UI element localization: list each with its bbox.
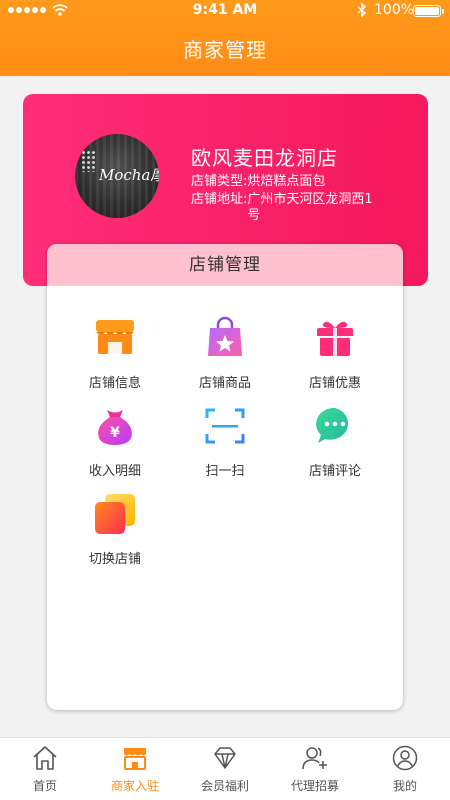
menu-item-label: 切换店铺	[88, 552, 141, 567]
tab-label: 代理招募	[290, 779, 339, 793]
store-type-label: 店铺类型:	[191, 174, 248, 189]
comment-icon	[313, 404, 357, 448]
tab-mine[interactable]: 我的	[360, 738, 450, 800]
store-avatar[interactable]: Mocha摩卡	[75, 134, 159, 218]
store-address-label: 店铺地址:	[191, 192, 248, 207]
tab-label: 会员福利	[200, 779, 249, 793]
switch-store-icon	[93, 492, 137, 536]
menu-item-income-details[interactable]: ¥ 收入明细	[60, 404, 170, 479]
scan-icon	[203, 404, 247, 448]
page-title: 商家管理	[183, 38, 267, 62]
home-icon	[33, 746, 57, 770]
menu-item-label: 店铺信息	[88, 376, 141, 391]
menu-item-store-offers[interactable]: 店铺优惠	[280, 316, 390, 391]
menu-item-switch-store[interactable]: 切换店铺	[60, 492, 170, 567]
store-type-row: 店铺类型: 烘焙糕点面包	[191, 174, 373, 190]
tab-label: 商家入驻	[110, 779, 159, 793]
tab-member-benefits[interactable]: 会员福利	[180, 738, 270, 800]
menu-item-label: 店铺商品	[198, 376, 251, 391]
bluetooth-icon	[357, 3, 367, 18]
money-bag-icon: ¥	[93, 404, 137, 448]
bottom-tab-bar: 首页 商家入驻 会员福利 代理招募 我的	[0, 737, 450, 800]
tab-label: 首页	[32, 779, 57, 793]
store-address-value: 广州市天河区龙洞西1号	[247, 192, 373, 223]
profile-icon	[392, 745, 418, 771]
menu-item-label: 店铺优惠	[308, 376, 361, 391]
store-type-value: 烘焙糕点面包	[247, 174, 326, 189]
store-management-panel: 店铺管理 店铺信息 店铺商品 店铺优惠 ¥ 收入明细 扫一扫 店铺评论 切换店铺	[47, 244, 403, 710]
gift-icon	[313, 316, 357, 360]
svg-text:¥: ¥	[110, 425, 120, 441]
avatar-logo-text: Mocha摩卡	[99, 166, 159, 184]
tab-home[interactable]: 首页	[0, 738, 90, 800]
store-icon	[124, 748, 146, 770]
store-address-row: 店铺地址: 广州市天河区龙洞西1号	[191, 192, 373, 224]
shop-icon	[93, 316, 137, 360]
tab-agent-recruit[interactable]: 代理招募	[270, 738, 360, 800]
menu-item-store-products[interactable]: 店铺商品	[170, 316, 280, 391]
menu-item-label: 收入明细	[88, 464, 141, 479]
tab-merchant-join[interactable]: 商家入驻	[90, 738, 180, 800]
panel-title: 店铺管理	[47, 244, 403, 286]
battery-icon	[413, 5, 444, 17]
menu-item-store-info[interactable]: 店铺信息	[60, 316, 170, 391]
tab-label: 我的	[392, 779, 417, 793]
diamond-icon	[214, 747, 236, 769]
app-header: 9:41 AM 100% 商家管理	[0, 0, 450, 76]
store-name: 欧风麦田龙洞店	[191, 146, 338, 170]
status-bar: 9:41 AM 100%	[0, 0, 450, 22]
add-user-icon	[302, 747, 327, 770]
battery-percent: 100%	[374, 2, 415, 18]
shopping-bag-icon	[203, 316, 247, 360]
menu-item-label: 扫一扫	[205, 464, 245, 479]
menu-item-scan[interactable]: 扫一扫	[170, 404, 280, 479]
menu-item-label: 店铺评论	[308, 464, 361, 479]
menu-item-store-comments[interactable]: 店铺评论	[280, 404, 390, 479]
